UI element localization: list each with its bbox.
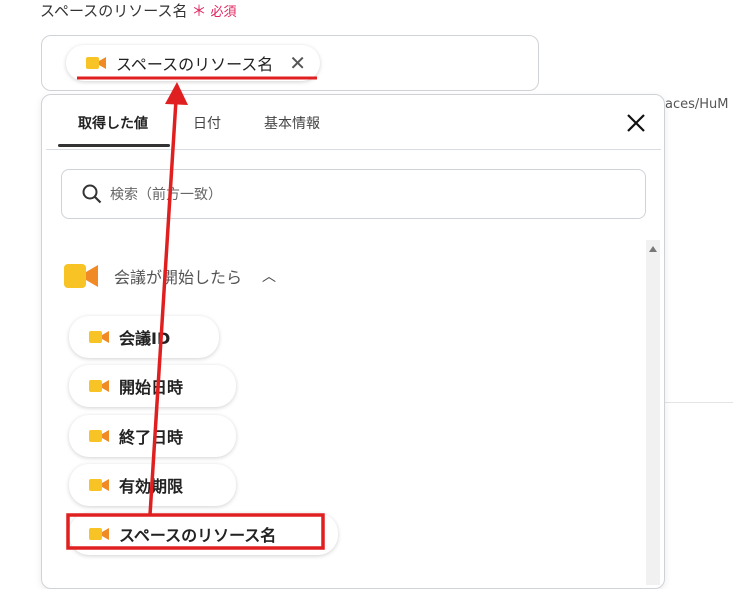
- selected-chip-label: スペースのリソース名: [116, 55, 274, 74]
- search-box[interactable]: [61, 169, 646, 219]
- video-camera-icon: [64, 264, 98, 288]
- remove-chip-icon[interactable]: ✕: [289, 53, 306, 73]
- tab-retrieved-values[interactable]: 取得した値: [78, 113, 148, 133]
- video-camera-icon: [89, 380, 109, 392]
- option-label: 会議ID: [119, 329, 171, 348]
- group-header[interactable]: 会議が開始したら ︿: [64, 260, 276, 292]
- video-camera-icon: [89, 430, 109, 442]
- resource-name-field[interactable]: スペースのリソース名 ✕: [41, 35, 539, 91]
- video-camera-icon: [86, 57, 106, 69]
- option-label: 終了日時: [119, 428, 184, 447]
- background-divider: [664, 402, 733, 403]
- option-meeting-id[interactable]: 会議ID: [69, 316, 219, 358]
- option-label: スペースのリソース名: [119, 526, 277, 545]
- video-camera-icon: [89, 528, 109, 540]
- scroll-up-arrow[interactable]: [649, 246, 657, 252]
- close-icon[interactable]: [624, 111, 648, 135]
- chevron-up-icon[interactable]: ︿: [262, 266, 276, 286]
- tab-bar: 取得した値 日付 基本情報: [58, 95, 658, 149]
- scrollbar[interactable]: [646, 240, 660, 585]
- option-label: 有効期限: [119, 477, 184, 496]
- required-badge: 必須: [210, 5, 237, 20]
- selected-value-chip[interactable]: スペースのリソース名 ✕: [66, 45, 321, 81]
- required-star: ＊: [191, 2, 207, 20]
- video-camera-icon: [89, 479, 109, 491]
- option-space-resource-name[interactable]: スペースのリソース名: [69, 513, 338, 555]
- value-picker-panel: 取得した値 日付 基本情報 会議が開始したら ︿ 会議ID 開始日時: [41, 94, 665, 589]
- active-tab-indicator: [58, 144, 170, 147]
- option-expiration[interactable]: 有効期限: [69, 464, 236, 506]
- group-label: 会議が開始したら: [114, 268, 243, 287]
- background-path-text: aces/HuM: [665, 97, 729, 112]
- tab-divider: [46, 149, 661, 150]
- tab-basic-info[interactable]: 基本情報: [264, 113, 320, 133]
- option-start-time[interactable]: 開始日時: [69, 365, 236, 407]
- search-icon: [82, 184, 102, 204]
- option-end-time[interactable]: 終了日時: [69, 415, 236, 457]
- field-label: スペースのリソース名＊必須: [40, 0, 236, 22]
- search-input[interactable]: [108, 182, 612, 208]
- video-camera-icon: [89, 331, 109, 343]
- field-label-text: スペースのリソース名: [40, 2, 188, 20]
- option-label: 開始日時: [119, 378, 184, 397]
- tab-date[interactable]: 日付: [193, 113, 221, 133]
